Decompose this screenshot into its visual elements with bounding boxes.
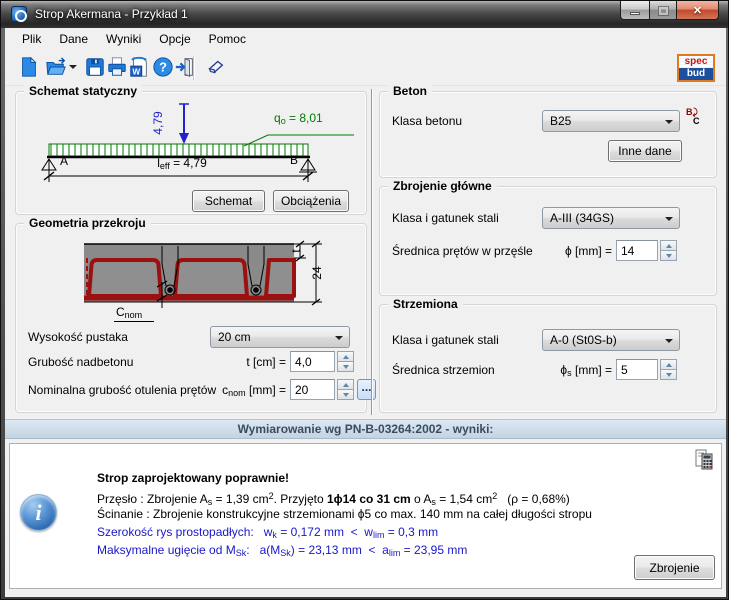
open-file-button[interactable]	[43, 53, 79, 81]
otulenie-unit-label: cnom [mm] =	[196, 383, 286, 398]
nadbeton-spinner	[337, 351, 354, 372]
close-button[interactable]: ✕	[676, 1, 719, 20]
svg-text:W: W	[132, 67, 140, 76]
close-icon: ✕	[693, 4, 702, 17]
menu-opcje[interactable]: Opcje	[150, 29, 199, 49]
eraser-icon	[204, 56, 226, 78]
dimension-t-label: t	[289, 243, 303, 259]
nadbeton-input[interactable]	[290, 351, 335, 372]
srednica-pretow-input[interactable]	[616, 240, 658, 261]
result-ugiecie-line: Maksymalne ugięcie od MSk: a(MSk) = 23,1…	[97, 543, 467, 561]
menu-bar: Plik Dane Wyniki Opcje Pomoc	[5, 28, 726, 50]
srednica-strzemion-unit-label: ϕs [mm] =	[538, 363, 612, 378]
chevron-down-icon	[665, 339, 673, 347]
menu-pomoc[interactable]: Pomoc	[200, 29, 255, 49]
support-a-label: A	[60, 154, 68, 168]
result-rysy-line: Szerokość rys prostopadłych: wk = 0,172 …	[97, 525, 438, 543]
nadbeton-unit-label: t [cm] =	[206, 355, 286, 369]
otulenie-spinner	[337, 379, 354, 400]
calculations-report-button[interactable]	[695, 449, 713, 470]
results-panel: i Strop zaprojektowany poprawnie! Przęsł…	[9, 443, 722, 589]
stal-label: Klasa i gatunek stali	[392, 211, 499, 225]
new-file-icon	[18, 56, 40, 78]
title-bar: Strop Akermana - Przykład 1 ✕	[1, 1, 728, 28]
srednica-unit-label: ϕ [mm] =	[540, 244, 612, 258]
stal-strzemion-select[interactable]: A-0 (St0S-b)	[542, 329, 680, 351]
group-title: Geometria przekroju	[24, 216, 151, 230]
group-title: Schemat statyczny	[24, 84, 142, 98]
word-document-icon: W	[128, 56, 150, 78]
result-status-line: Strop zaprojektowany poprawnie!	[97, 471, 289, 486]
group-geometria-przekroju: Geometria przekroju	[15, 223, 367, 413]
otulenie-input[interactable]	[290, 379, 335, 400]
info-icon: i	[20, 494, 57, 531]
cnom-label: Cnom	[114, 305, 154, 322]
srednica-strzemion-input[interactable]	[616, 359, 658, 380]
spin-down-button[interactable]	[337, 389, 354, 400]
open-folder-icon	[45, 56, 67, 78]
minimize-button[interactable]	[620, 1, 650, 20]
menu-wyniki[interactable]: Wyniki	[97, 29, 150, 49]
srednica-spinner	[660, 240, 677, 261]
otulenie-label: Nominalna grubość otulenia prętów	[28, 383, 216, 397]
point-load-label: 4,79	[151, 105, 165, 141]
zbrojenie-button[interactable]: Zbrojenie	[634, 555, 715, 580]
srednica-strzemion-spinner	[660, 359, 677, 380]
wysokosc-pustaka-select[interactable]: 20 cm	[210, 326, 350, 348]
obciazenia-button[interactable]: Obciążenia	[273, 190, 349, 212]
logo-bud-text: bud	[679, 68, 713, 80]
svg-text:?: ?	[159, 60, 167, 75]
app-icon	[11, 6, 27, 22]
chevron-down-icon	[335, 336, 343, 344]
new-file-button[interactable]	[15, 53, 43, 81]
open-dropdown-caret[interactable]	[69, 65, 77, 73]
specbud-logo: spec bud	[677, 54, 715, 82]
b-to-c-converter-icon[interactable]: B⤸ C	[686, 108, 708, 134]
dimension-height-label: 24	[310, 262, 324, 284]
schemat-button[interactable]: Schemat	[192, 190, 265, 212]
support-b-label: B	[290, 153, 298, 167]
spin-down-button[interactable]	[337, 361, 354, 372]
group-zbrojenie-glowne: Zbrojenie główne Klasa i gatunek stali A…	[379, 186, 717, 296]
klasa-betonu-select[interactable]: B25	[542, 110, 680, 132]
chevron-down-icon	[665, 120, 673, 128]
srednica-strzemion-label: Średnica strzemion	[392, 363, 495, 377]
maximize-button	[649, 1, 677, 20]
minimize-icon	[630, 12, 640, 15]
toolbar-separator	[193, 56, 195, 80]
stal-select[interactable]: A-III (34GS)	[542, 207, 680, 229]
app-window: Strop Akermana - Przykład 1 ✕ Plik Dane …	[0, 0, 729, 600]
group-title: Beton	[388, 84, 432, 98]
calculator-icon	[695, 449, 713, 470]
otulenie-more-button[interactable]: ...	[357, 379, 376, 400]
menu-plik[interactable]: Plik	[13, 29, 50, 49]
client-area: Plik Dane Wyniki Opcje Pomoc	[5, 28, 726, 597]
group-title: Zbrojenie główne	[388, 179, 497, 193]
result-scinanie-line: Ścinanie : Zbrojenie konstrukcyjne strze…	[97, 507, 592, 522]
wysokosc-pustaka-label: Wysokość pustaka	[28, 330, 128, 344]
logo-spec-text: spec	[679, 56, 713, 68]
klasa-betonu-label: Klasa betonu	[392, 114, 462, 128]
toolbar: W ?	[5, 50, 726, 86]
spin-down-button[interactable]	[660, 250, 677, 261]
distributed-load-label: qo = 8,01	[274, 111, 323, 126]
results-header: Wymiarowanie wg PN-B-03264:2002 - wyniki…	[5, 419, 726, 439]
maximize-icon	[659, 7, 668, 15]
group-schemat-statyczny: Schemat statyczny	[15, 91, 367, 215]
group-beton: Beton Klasa betonu B25 B⤸ C Inne dane	[379, 91, 717, 178]
window-title: Strop Akermana - Przykład 1	[35, 7, 188, 21]
column-divider	[371, 89, 373, 415]
srednica-pretow-label: Średnica prętów w przęśle	[392, 244, 533, 258]
inne-dane-button[interactable]: Inne dane	[608, 140, 682, 162]
group-strzemiona: Strzemiona Klasa i gatunek stali A-0 (St…	[379, 304, 717, 413]
span-length-label: leff = 4,79	[112, 156, 252, 171]
chevron-down-icon	[665, 217, 673, 225]
spin-down-button[interactable]	[660, 369, 677, 380]
group-title: Strzemiona	[388, 297, 463, 311]
eraser-button[interactable]	[201, 53, 229, 81]
stal-strzemion-label: Klasa i gatunek stali	[392, 333, 499, 347]
menu-dane[interactable]: Dane	[50, 29, 97, 49]
grubosc-nadbetonu-label: Grubość nadbetonu	[28, 355, 133, 369]
